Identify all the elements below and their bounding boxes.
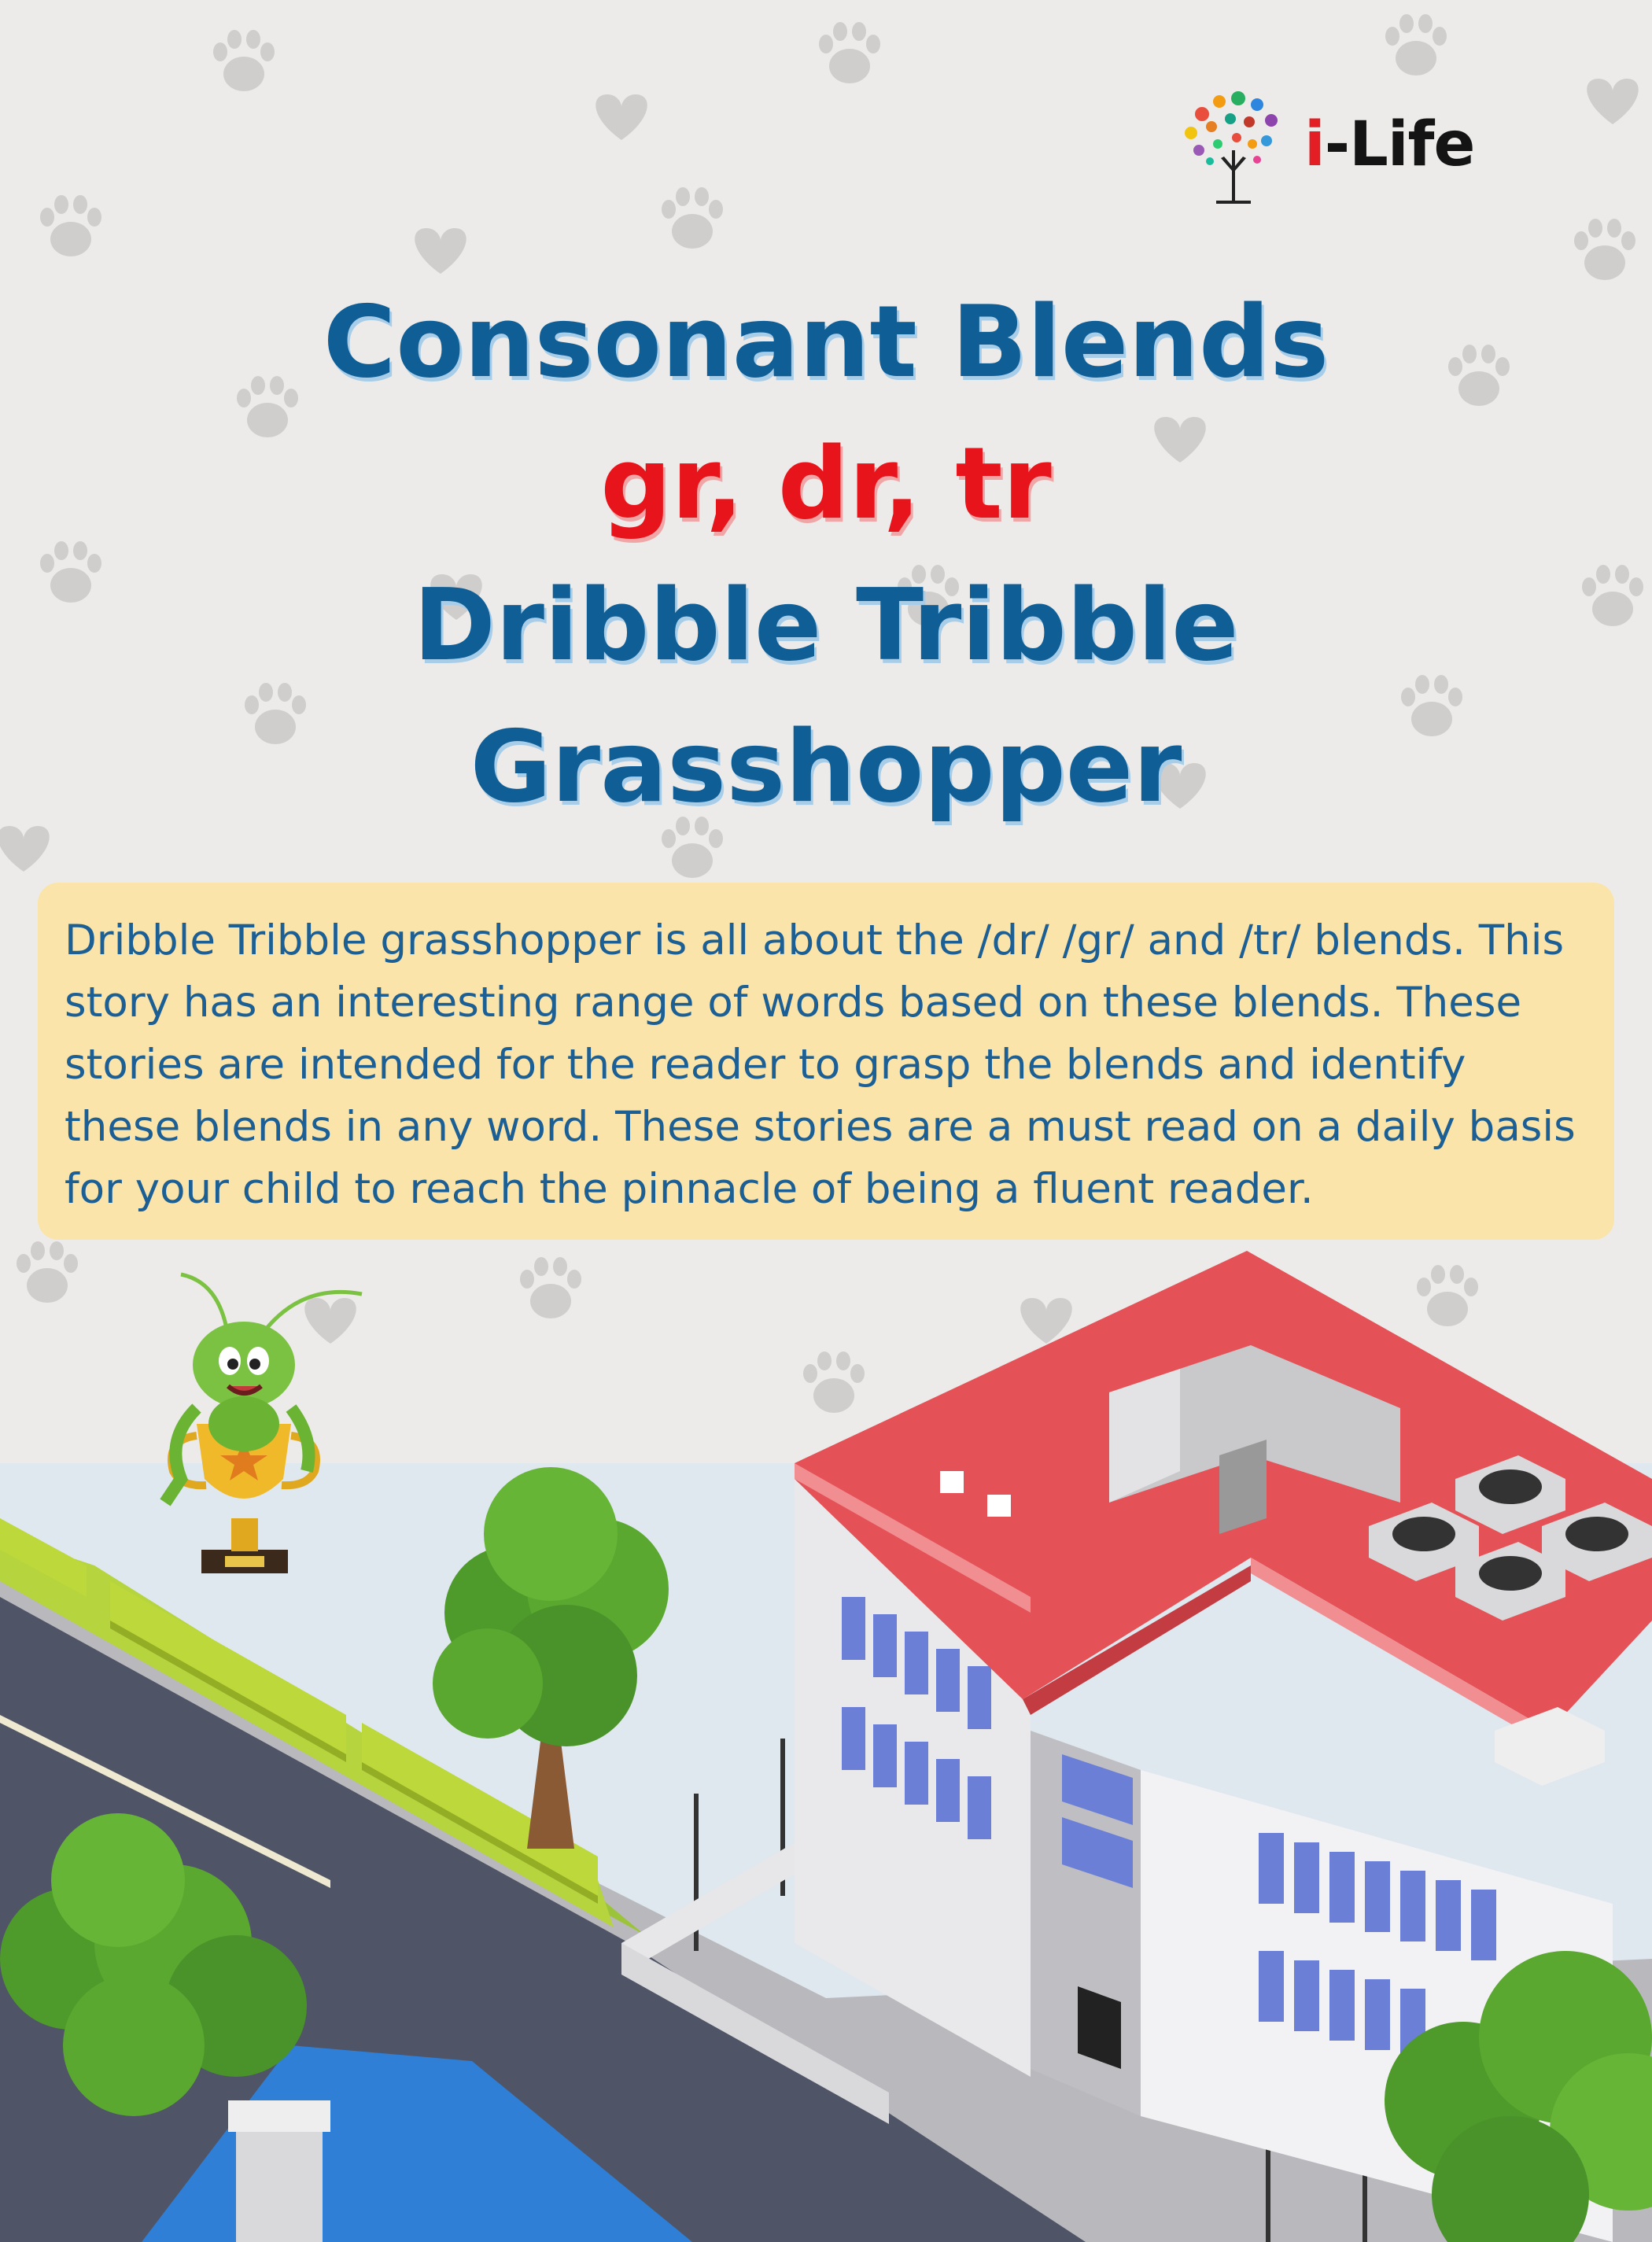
title-line-blends: gr, dr, tr [600,426,1052,541]
title-line-4: Grasshopper [470,709,1182,824]
page-title: Consonant Blends gr, dr, tr Dribble Trib… [118,271,1534,838]
title-line-3: Dribble Tribble [413,567,1239,683]
description-text: Dribble Tribble grasshopper is all about… [65,916,1576,1213]
tree-logo-icon [1185,91,1278,204]
brand-name: i-Life [1304,109,1475,180]
title-line-1: Consonant Blends [323,284,1329,400]
city-illustration [0,1251,1652,2242]
brand-logo: i-Life [1171,83,1517,208]
description-box: Dribble Tribble grasshopper is all about… [38,883,1614,1240]
